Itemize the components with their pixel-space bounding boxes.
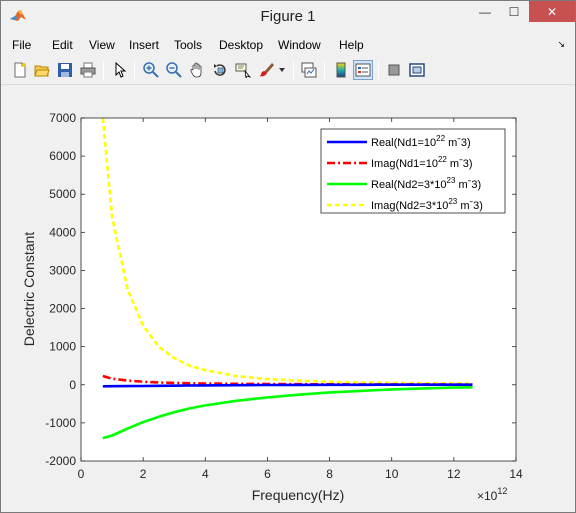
legend-entry-label: Real(Nd1=1022 mˉ3) (371, 134, 471, 149)
legend-icon (355, 63, 371, 77)
save-disk-icon (58, 63, 72, 77)
x-tick-label: 10 (385, 467, 399, 481)
menu-desktop[interactable]: Desktop (219, 38, 263, 52)
dock-arrow-icon[interactable]: ↘ (557, 39, 565, 50)
data-cursor-icon (235, 63, 251, 78)
y-tick-label: 3000 (49, 263, 76, 277)
x-tick-label: 4 (202, 467, 209, 481)
toolbar-separator (324, 61, 325, 79)
line-plot[interactable]: 0 2 4 6 8 10 12 14 -2000-1000010002000300040005… (7, 89, 570, 508)
x-axis-label: Frequency(Hz) (252, 487, 345, 503)
y-tick-label: 6000 (49, 149, 76, 163)
legend-prefix: Real(Nd1=10 (371, 137, 436, 149)
y-tick-label: 7000 (49, 111, 76, 125)
toolbar-separator (293, 61, 294, 79)
pointer-arrow-icon (115, 62, 127, 78)
legend-entry-label: Real(Nd2=3*1023 mˉ3) (371, 176, 481, 191)
close-button[interactable]: ✕ (529, 1, 575, 22)
y-axis-label: Delectric Constant (21, 232, 37, 346)
zoom-out-button[interactable] (164, 60, 184, 80)
x-exponent-power: 12 (497, 486, 507, 496)
menu-help[interactable]: Help (339, 38, 364, 52)
figure-canvas: 0 2 4 6 8 10 12 14 -2000 -1000 0 1000 2000 3000 4000 5… (7, 89, 570, 508)
rotate-3d-icon (214, 64, 226, 76)
y-tick-label: 1000 (49, 340, 76, 354)
brush-button[interactable] (256, 60, 276, 80)
hide-plot-tools-button[interactable] (384, 60, 404, 80)
edit-plot-button[interactable] (110, 60, 130, 80)
zoom-in-icon (143, 62, 159, 78)
show-plot-tools-icon (409, 63, 425, 77)
legend-suffix: mˉ3) (457, 200, 483, 212)
minimize-button[interactable]: — (471, 1, 499, 22)
x-tick-label: 0 (78, 467, 85, 481)
legend-suffix: mˉ3) (455, 179, 481, 191)
open-file-button[interactable] (32, 60, 52, 80)
toolbar-separator (103, 61, 104, 79)
new-figure-button[interactable] (10, 60, 30, 80)
legend-prefix: Imag(Nd2=3*10 (371, 200, 448, 212)
menu-window[interactable]: Window (278, 38, 321, 52)
show-plot-tools-button[interactable] (407, 60, 427, 80)
print-figure-button[interactable] (78, 60, 98, 80)
x-tick-label: 8 (326, 467, 333, 481)
menu-edit[interactable]: Edit (52, 38, 73, 52)
y-tick-label: 2000 (49, 302, 76, 316)
legend[interactable]: Real(Nd1=1022 mˉ3) Imag(Nd1=1022 mˉ3) Real… (320, 128, 506, 214)
toolbar-separator (378, 61, 379, 79)
colorbar-icon (336, 62, 346, 78)
x-tick-label: 12 (447, 467, 461, 481)
menu-tools[interactable]: Tools (174, 38, 202, 52)
x-tick-label: 2 (140, 467, 147, 481)
hide-plot-tools-icon (388, 64, 400, 76)
y-tick-label: -1000 (45, 416, 76, 430)
new-file-icon (14, 62, 26, 78)
legend-prefix: Real(Nd2=3*10 (371, 179, 447, 191)
save-figure-button[interactable] (55, 60, 75, 80)
y-tick-label: 0 (69, 378, 76, 392)
brush-dropdown-button[interactable] (277, 60, 287, 80)
zoom-in-button[interactable] (141, 60, 161, 80)
title-bar[interactable]: Figure 1 — ☐ ✕ (1, 1, 575, 32)
figure-window: Figure 1 — ☐ ✕ File Edit View Insert Too… (0, 0, 576, 513)
y-tick-label: 5000 (49, 187, 76, 201)
folder-open-icon (34, 65, 50, 77)
dropdown-arrow-icon (279, 68, 285, 72)
x-tick-label: 14 (509, 467, 523, 481)
x-exponent-base: ×10 (477, 489, 498, 503)
legend-suffix: mˉ3) (447, 158, 473, 170)
pan-button[interactable] (187, 60, 207, 80)
toolbar-separator (134, 61, 135, 79)
legend-entry-label: Imag(Nd2=3*1023 mˉ3) (371, 197, 483, 212)
menu-bar: File Edit View Insert Tools Desktop Wind… (1, 35, 575, 55)
insert-legend-button[interactable] (353, 60, 373, 80)
data-cursor-button[interactable] (233, 60, 253, 80)
menu-view[interactable]: View (89, 38, 115, 52)
link-plot-button[interactable] (299, 60, 319, 80)
figure-toolbar (1, 57, 575, 85)
y-tick-label: -2000 (45, 454, 76, 468)
hand-icon (190, 62, 202, 78)
y-tick-label: 4000 (49, 225, 76, 239)
link-plot-icon (301, 62, 317, 78)
brush-icon (259, 63, 274, 77)
rotate-3d-button[interactable] (210, 60, 230, 80)
menu-insert[interactable]: Insert (129, 38, 159, 52)
legend-entry-label: Imag(Nd1=1022 mˉ3) (371, 155, 473, 170)
legend-prefix: Imag(Nd1=10 (371, 158, 438, 170)
zoom-out-icon (166, 62, 182, 78)
x-exponent-label: ×1012 (477, 486, 507, 503)
printer-icon (80, 62, 96, 78)
insert-colorbar-button[interactable] (331, 60, 351, 80)
x-tick-label: 6 (264, 467, 271, 481)
maximize-button[interactable]: ☐ (500, 1, 528, 22)
legend-suffix: mˉ3) (445, 137, 471, 149)
menu-file[interactable]: File (12, 38, 31, 52)
